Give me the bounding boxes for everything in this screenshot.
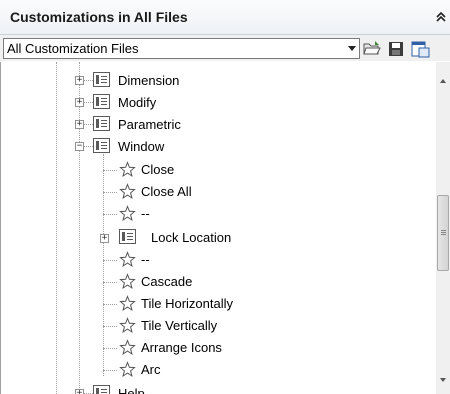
tree-item-label[interactable]: --: [141, 206, 150, 221]
load-partial-icon[interactable]: [410, 39, 430, 59]
scrollbar-thumb[interactable]: [437, 195, 449, 271]
expand-toggle[interactable]: +: [75, 98, 84, 107]
panel-title: Customizations in All Files: [10, 9, 188, 25]
customizations-panel: Customizations in All Files All Customiz…: [0, 0, 450, 394]
tree-item-label[interactable]: Help: [118, 386, 145, 394]
file-toolbar: All Customization Files: [0, 35, 450, 61]
grip-icon: [441, 230, 446, 231]
menu-icon: [93, 116, 110, 131]
star-icon: [119, 205, 136, 222]
vertical-scrollbar[interactable]: [436, 62, 450, 394]
customization-tree[interactable]: + Dimension + Modify + Parametric − Wind…: [0, 62, 436, 394]
tree-connector: [103, 192, 117, 193]
collapse-toggle[interactable]: −: [75, 142, 84, 151]
chevron-down-icon[interactable]: [348, 46, 356, 51]
tree-guide-line: [103, 154, 104, 376]
tree-item-label[interactable]: Tile Horizontally: [141, 296, 233, 311]
tree-item-label[interactable]: Arrange Icons: [141, 340, 222, 355]
star-icon: [119, 361, 136, 378]
star-icon: [119, 317, 136, 334]
tree-connector: [103, 370, 117, 371]
tree-connector: [103, 282, 117, 283]
selected-file-value: All Customization Files: [7, 41, 139, 56]
tree-item-label[interactable]: Modify: [118, 95, 156, 110]
tree-connector: [103, 326, 117, 327]
tree-connector: [103, 304, 117, 305]
menu-icon: [93, 72, 110, 87]
panel-header: Customizations in All Files: [0, 0, 450, 35]
tree-connector: [103, 214, 117, 215]
tree-item-label[interactable]: Cascade: [141, 274, 192, 289]
star-icon: [119, 161, 136, 178]
star-icon: [119, 273, 136, 290]
save-icon[interactable]: [386, 39, 406, 59]
open-file-icon[interactable]: [362, 39, 382, 59]
expand-toggle[interactable]: +: [75, 76, 84, 85]
expand-toggle[interactable]: +: [75, 120, 84, 129]
double-chevron-up-icon[interactable]: [432, 8, 450, 26]
star-icon: [119, 339, 136, 356]
star-icon: [119, 295, 136, 312]
expand-toggle[interactable]: +: [100, 234, 109, 243]
tree-item-label[interactable]: Window: [118, 139, 164, 154]
tree-item-label[interactable]: Arc: [141, 362, 161, 377]
star-icon: [119, 183, 136, 200]
tree-guide-line: [56, 62, 57, 394]
tree-connector: [103, 260, 117, 261]
tree-item-label[interactable]: Tile Vertically: [141, 318, 217, 333]
tree-item-label[interactable]: Parametric: [118, 117, 181, 132]
star-icon: [119, 251, 136, 268]
menu-icon: [119, 229, 136, 244]
tree-connector: [103, 170, 117, 171]
tree-item-label[interactable]: Close: [141, 162, 174, 177]
expand-toggle[interactable]: +: [75, 389, 84, 394]
tree-guide-line: [79, 62, 80, 394]
tree-item-label[interactable]: Dimension: [118, 73, 179, 88]
scroll-down-arrow-icon[interactable]: [440, 378, 446, 382]
tree-item-label[interactable]: Lock Location: [151, 230, 231, 245]
menu-icon: [93, 385, 110, 394]
customization-file-select[interactable]: All Customization Files: [3, 38, 360, 59]
tree-item-label[interactable]: --: [141, 252, 150, 267]
scroll-up-arrow-icon[interactable]: [440, 79, 446, 83]
tree-item-label[interactable]: Close All: [141, 184, 192, 199]
menu-icon: [93, 138, 110, 153]
menu-icon: [93, 94, 110, 109]
tree-connector: [103, 348, 117, 349]
